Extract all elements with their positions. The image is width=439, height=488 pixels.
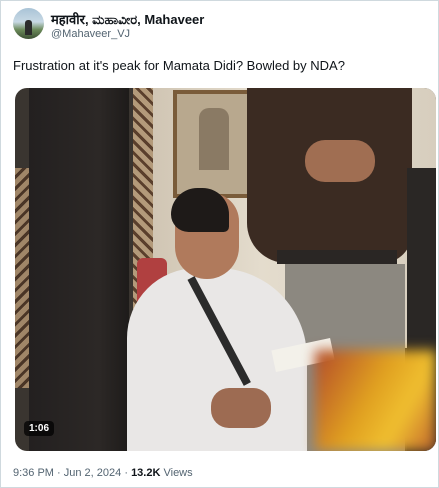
video-player[interactable]: 1:06	[15, 88, 436, 451]
video-duration-badge: 1:06	[24, 421, 55, 436]
tweet-time[interactable]: 9:36 PM	[13, 467, 54, 479]
tweet-text: Frustration at it's peak for Mamata Didi…	[13, 58, 345, 73]
tweet-meta: 9:36 PM · Jun 2, 2024 · 13.2K Views	[13, 467, 193, 479]
tweet-card: महावीर, ಮಹಾವೀರ, Mahaveer @Mahaveer_VJ Fr…	[0, 0, 439, 488]
meta-separator: ·	[57, 467, 61, 479]
views-label: Views	[163, 467, 193, 479]
avatar-figure	[25, 20, 32, 35]
author-name[interactable]: महावीर, ಮಹಾವೀರ, Mahaveer	[51, 10, 204, 28]
author-handle[interactable]: @Mahaveer_VJ	[51, 28, 130, 40]
meta-separator-2: ·	[124, 467, 128, 479]
tweet-date[interactable]: Jun 2, 2024	[64, 467, 122, 479]
views-count: 13.2K	[131, 467, 161, 479]
avatar[interactable]	[13, 8, 44, 39]
